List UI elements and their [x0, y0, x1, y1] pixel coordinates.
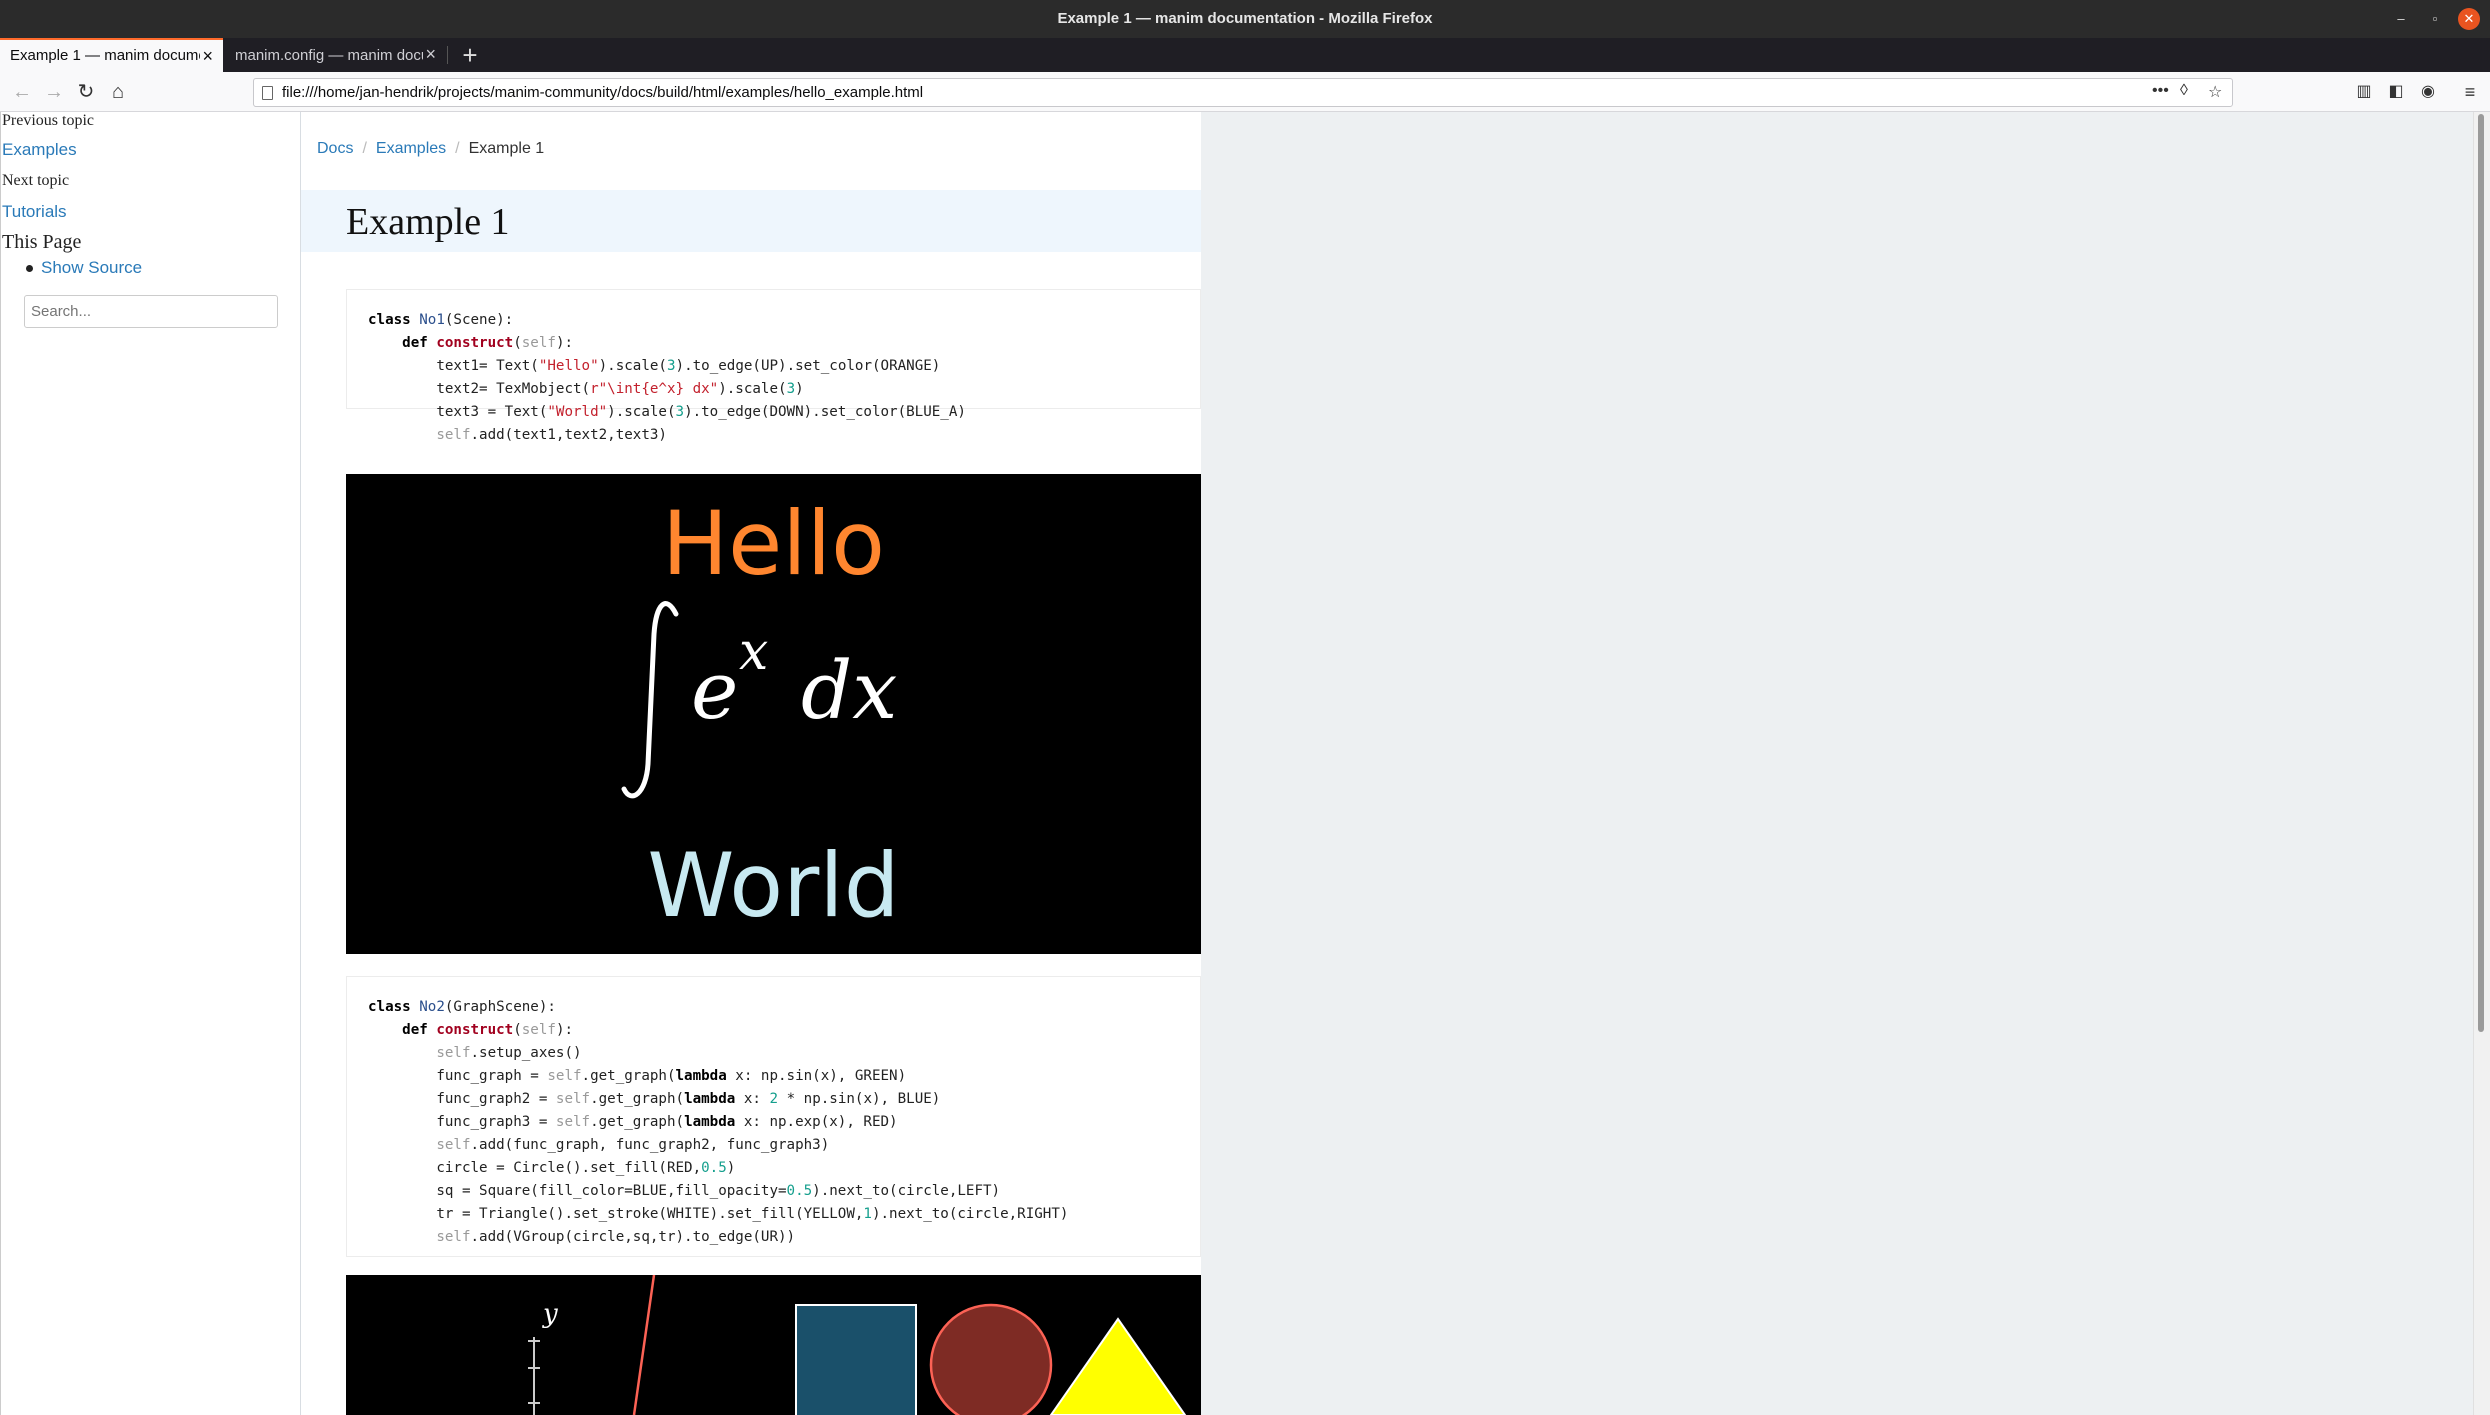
menu-hamburger-icon[interactable]: ≡ — [2456, 78, 2484, 106]
back-arrow-icon[interactable]: ← — [8, 78, 36, 106]
code-block-1[interactable]: class No1(Scene): def construct(self): t… — [346, 289, 1201, 443]
url-text[interactable]: file:///home/jan-hendrik/projects/manim-… — [282, 84, 923, 101]
integral-dx: dx — [801, 644, 898, 737]
previous-topic-link[interactable]: Examples — [2, 140, 77, 160]
home-icon[interactable]: ⌂ — [104, 78, 132, 106]
tab-bar: Example 1 — manim documentation × manim.… — [0, 38, 2490, 72]
graph-scene — [528, 1275, 1187, 1415]
tab-label: manim.config — manim documentation — [235, 47, 423, 64]
maximize-button[interactable]: ▫ — [2424, 8, 2446, 30]
minimize-button[interactable]: – — [2390, 8, 2412, 30]
page-actions-icon[interactable]: ••• — [2152, 82, 2169, 100]
integral-sign — [621, 601, 679, 799]
url-bar[interactable]: file:///home/jan-hendrik/projects/manim-… — [253, 78, 2233, 107]
square-shape — [795, 1304, 917, 1415]
circle-shape — [929, 1303, 1053, 1415]
tab-divider — [447, 46, 448, 64]
page-icon — [262, 86, 273, 100]
navigation-toolbar: ← → ↻ ⌂ file:///home/jan-hendrik/project… — [0, 72, 2490, 112]
previous-topic-heading: Previous topic — [2, 112, 94, 129]
tab-example-1[interactable]: Example 1 — manim documentation × — [0, 38, 223, 72]
breadcrumb-docs-link[interactable]: Docs — [317, 140, 353, 157]
window-title: Example 1 — manim documentation - Mozill… — [1057, 10, 1433, 27]
close-icon[interactable]: × — [425, 44, 436, 65]
breadcrumb: Docs / Examples / Example 1 — [317, 140, 545, 157]
breadcrumb-current: Example 1 — [468, 140, 545, 157]
page-title: Example 1 — [346, 201, 510, 243]
window-titlebar: Example 1 — manim documentation - Mozill… — [0, 0, 2490, 38]
bookmark-star-icon[interactable]: ☆ — [2208, 82, 2222, 102]
hello-text: Hello — [661, 492, 886, 595]
next-topic-link[interactable]: Tutorials — [2, 202, 67, 222]
new-tab-plus-icon[interactable]: + — [456, 41, 484, 69]
search-input[interactable] — [24, 295, 278, 328]
next-topic-heading: Next topic — [2, 172, 70, 189]
reload-icon[interactable]: ↻ — [72, 78, 100, 106]
exp-graph — [632, 1275, 656, 1415]
docs-sidebar: Previous topic Examples Next topic Tutor… — [0, 112, 301, 1415]
scrollbar[interactable] — [2473, 112, 2490, 1415]
video-graph-shapes[interactable]: y — [346, 1275, 1201, 1415]
integral-formula: e x dx — [616, 594, 946, 804]
show-source-link[interactable]: Show Source — [41, 258, 142, 278]
close-window-button[interactable]: ✕ — [2458, 8, 2480, 30]
video-hello-world[interactable]: Hello e x dx World — [346, 474, 1201, 954]
tab-manim-config[interactable]: manim.config — manim documentation × — [225, 38, 446, 72]
main-content: Docs / Examples / Example 1 Example 1 class … — [301, 112, 1201, 1415]
integral-e: e — [691, 644, 739, 737]
breadcrumb-examples-link[interactable]: Examples — [376, 140, 446, 157]
code-block-2[interactable]: class No2(GraphScene): def construct(sel… — [346, 976, 1201, 1257]
library-icon[interactable]: ▥ — [2350, 78, 2378, 106]
page-background — [1201, 112, 2473, 1415]
world-text: World — [647, 834, 900, 937]
tab-label: Example 1 — manim documentation — [10, 47, 200, 64]
title-band: Example 1 — [301, 190, 1201, 252]
bullet — [26, 265, 33, 272]
triangle-shape — [1049, 1317, 1187, 1415]
integral-exponent: x — [739, 622, 769, 682]
this-page-heading: This Page — [2, 231, 82, 253]
pocket-icon[interactable]: ◊ — [2180, 82, 2188, 100]
close-icon[interactable]: × — [202, 46, 213, 67]
sidebar-toggle-icon[interactable]: ◧ — [2382, 78, 2410, 106]
scrollbar-thumb[interactable] — [2478, 114, 2484, 1032]
forward-arrow-icon[interactable]: → — [40, 78, 68, 106]
account-icon[interactable]: ◉ — [2414, 78, 2442, 106]
